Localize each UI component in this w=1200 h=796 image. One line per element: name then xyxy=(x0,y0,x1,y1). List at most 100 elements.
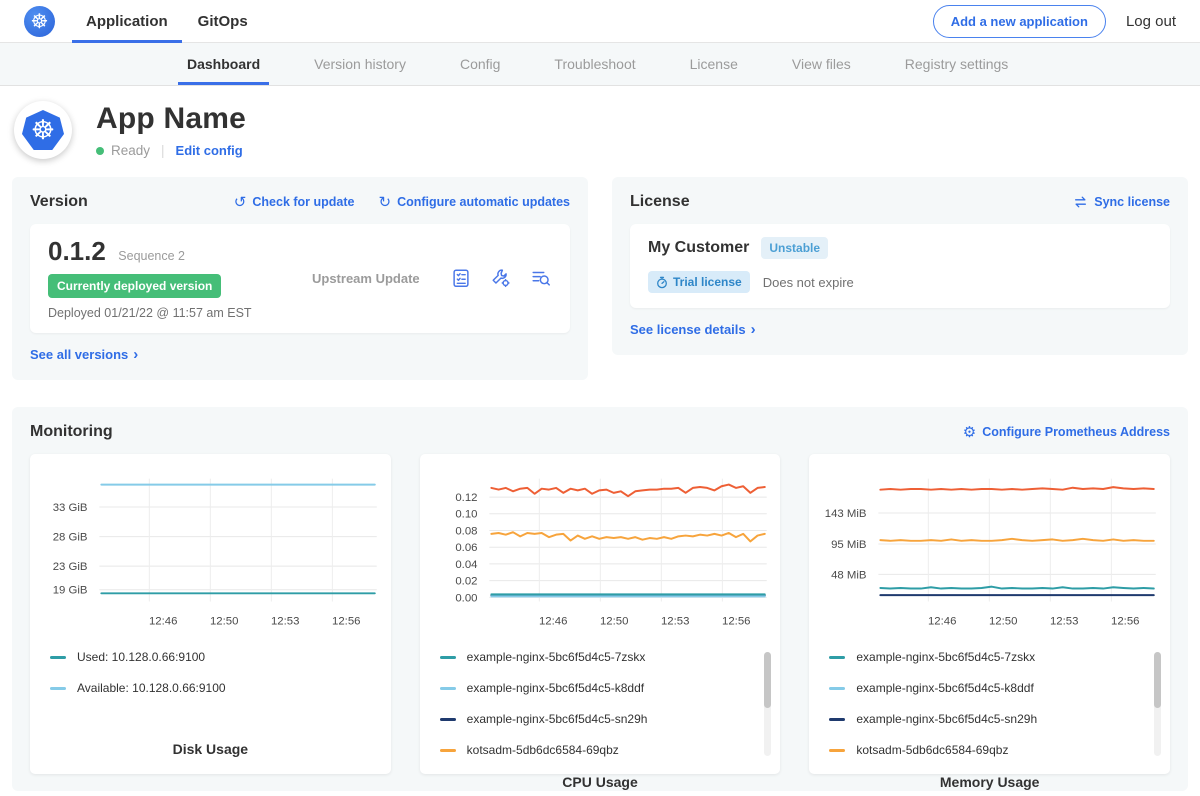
legend-item: Used: 10.128.0.66:9100 xyxy=(50,650,385,664)
kubernetes-wheel-icon: ☸ xyxy=(22,110,64,150)
see-license-details-link[interactable]: See license details › xyxy=(630,322,756,337)
topbar: ☸ Application GitOps Add a new applicati… xyxy=(0,0,1200,43)
divider: | xyxy=(161,143,165,158)
svg-text:23 GiB: 23 GiB xyxy=(53,561,88,573)
legend-line-swatch xyxy=(829,656,845,659)
add-application-button[interactable]: Add a new application xyxy=(933,5,1106,38)
view-diff-icon[interactable] xyxy=(530,267,552,289)
see-license-details-label: See license details xyxy=(630,322,746,337)
kubernetes-logo-icon[interactable]: ☸ xyxy=(24,6,55,37)
tab-version-history[interactable]: Version history xyxy=(287,43,433,85)
svg-text:12:56: 12:56 xyxy=(332,615,360,627)
tab-license[interactable]: License xyxy=(663,43,765,85)
legend-item: Available: 10.128.0.66:9100 xyxy=(50,681,385,695)
svg-text:12:53: 12:53 xyxy=(661,615,689,627)
legend-label: example-nginx-5bc6f5d4c5-sn29h xyxy=(467,712,648,726)
legend-line-swatch xyxy=(440,718,456,721)
preflight-checks-icon[interactable] xyxy=(450,267,472,289)
legend-line-swatch xyxy=(50,687,66,690)
memory-usage-legend: example-nginx-5bc6f5d4c5-7zskx example-ng… xyxy=(815,650,1164,774)
svg-text:12:50: 12:50 xyxy=(210,615,238,627)
svg-text:143 MiB: 143 MiB xyxy=(825,508,867,520)
svg-text:12:50: 12:50 xyxy=(989,615,1017,627)
scrollbar-thumb[interactable] xyxy=(1154,652,1161,708)
svg-text:12:46: 12:46 xyxy=(928,615,956,627)
license-expiry: Does not expire xyxy=(763,275,854,290)
chevron-right-icon: › xyxy=(751,322,756,337)
tab-registry-settings[interactable]: Registry settings xyxy=(878,43,1035,85)
channel-badge: Unstable xyxy=(761,237,828,259)
legend-line-swatch xyxy=(50,656,66,659)
legend-scrollbar[interactable] xyxy=(1154,652,1161,756)
logout-link[interactable]: Log out xyxy=(1126,13,1176,30)
memory-usage-panel: 48 MiB95 MiB143 MiB12:4612:5012:5312:56 … xyxy=(809,454,1170,774)
edit-config-link[interactable]: Edit config xyxy=(176,143,243,158)
svg-text:0.12: 0.12 xyxy=(455,492,477,504)
tab-config[interactable]: Config xyxy=(433,43,527,85)
legend-item: example-nginx-5bc6f5d4c5-k8ddf xyxy=(829,681,1164,695)
chart-title: Disk Usage xyxy=(36,741,385,760)
legend-item: example-nginx-5bc6f5d4c5-sn29h xyxy=(440,712,775,726)
monitoring-card: Monitoring ⚙ Configure Prometheus Addres… xyxy=(12,407,1188,791)
license-card: License Sync license My Customer Unstabl… xyxy=(612,177,1188,355)
monitoring-title: Monitoring xyxy=(30,423,113,441)
status-dot-icon xyxy=(96,147,104,155)
configure-prometheus-link[interactable]: ⚙ Configure Prometheus Address xyxy=(963,425,1170,440)
svg-text:0.02: 0.02 xyxy=(455,576,477,588)
svg-text:12:56: 12:56 xyxy=(1111,615,1139,627)
app-tab-bar: Dashboard Version history Config Trouble… xyxy=(0,43,1200,86)
chart-title: Memory Usage xyxy=(815,774,1164,793)
tab-troubleshoot[interactable]: Troubleshoot xyxy=(527,43,662,85)
cpu-usage-legend: example-nginx-5bc6f5d4c5-7zskx example-ng… xyxy=(426,650,775,774)
svg-text:48 MiB: 48 MiB xyxy=(831,569,866,581)
svg-text:12:46: 12:46 xyxy=(539,615,567,627)
sync-license-link[interactable]: Sync license xyxy=(1073,195,1170,209)
topnav-application[interactable]: Application xyxy=(71,0,183,43)
legend-label: example-nginx-5bc6f5d4c5-k8ddf xyxy=(467,681,644,695)
chevron-right-icon: › xyxy=(133,347,138,362)
chart-title: CPU Usage xyxy=(426,774,775,793)
license-type-label: Trial license xyxy=(673,275,742,289)
svg-text:95 MiB: 95 MiB xyxy=(831,539,866,551)
see-all-versions-link[interactable]: See all versions › xyxy=(30,347,138,362)
check-for-update-link[interactable]: ↺ Check for update xyxy=(234,195,355,210)
tab-dashboard[interactable]: Dashboard xyxy=(160,43,287,85)
gear-icon: ⚙ xyxy=(963,425,976,440)
svg-text:33 GiB: 33 GiB xyxy=(53,502,88,514)
config-wrench-icon[interactable] xyxy=(490,267,512,289)
app-header: ☸ App Name Ready | Edit config xyxy=(0,86,1200,177)
topnav-gitops[interactable]: GitOps xyxy=(183,0,263,43)
svg-text:0.04: 0.04 xyxy=(455,559,477,571)
configure-automatic-updates-link[interactable]: ↻ Configure automatic updates xyxy=(378,195,570,210)
disk-usage-legend: Used: 10.128.0.66:9100 Available: 10.128.… xyxy=(36,650,385,741)
svg-text:28 GiB: 28 GiB xyxy=(53,532,88,544)
scrollbar-thumb[interactable] xyxy=(764,652,771,708)
see-all-versions-label: See all versions xyxy=(30,347,128,362)
cpu-usage-panel: 0.000.020.040.060.080.100.1212:4612:5012… xyxy=(420,454,781,774)
svg-text:12:53: 12:53 xyxy=(271,615,299,627)
dashboard-main: Version ↺ Check for update ↻ Configure a… xyxy=(0,177,1200,791)
legend-item: kotsadm-5db6dc6584-69qbz xyxy=(440,743,775,757)
license-panel: My Customer Unstable Trial license Does … xyxy=(630,224,1170,308)
legend-label: Available: 10.128.0.66:9100 xyxy=(77,681,226,695)
scheduled-refresh-icon: ↻ xyxy=(378,195,391,210)
deployed-badge: Currently deployed version xyxy=(48,274,221,298)
app-status: Ready xyxy=(111,143,150,158)
svg-text:0.00: 0.00 xyxy=(455,592,477,604)
legend-line-swatch xyxy=(829,687,845,690)
check-for-update-label: Check for update xyxy=(252,195,354,209)
svg-text:19 GiB: 19 GiB xyxy=(53,585,88,597)
svg-text:12:50: 12:50 xyxy=(600,615,628,627)
svg-text:12:56: 12:56 xyxy=(722,615,750,627)
version-sequence: Sequence 2 xyxy=(118,249,185,263)
refresh-circular-arrow-icon: ↺ xyxy=(234,195,247,210)
legend-label: kotsadm-5db6dc6584-69qbz xyxy=(467,743,619,757)
legend-scrollbar[interactable] xyxy=(764,652,771,756)
legend-item: example-nginx-5bc6f5d4c5-7zskx xyxy=(440,650,775,664)
license-type-badge: Trial license xyxy=(648,271,750,293)
legend-item: kotsadm-5db6dc6584-69qbz xyxy=(829,743,1164,757)
memory-usage-chart: 48 MiB95 MiB143 MiB12:4612:5012:5312:56 xyxy=(815,466,1164,638)
tab-view-files[interactable]: View files xyxy=(765,43,878,85)
legend-item: example-nginx-5bc6f5d4c5-7zskx xyxy=(829,650,1164,664)
page-title: App Name xyxy=(96,102,246,136)
